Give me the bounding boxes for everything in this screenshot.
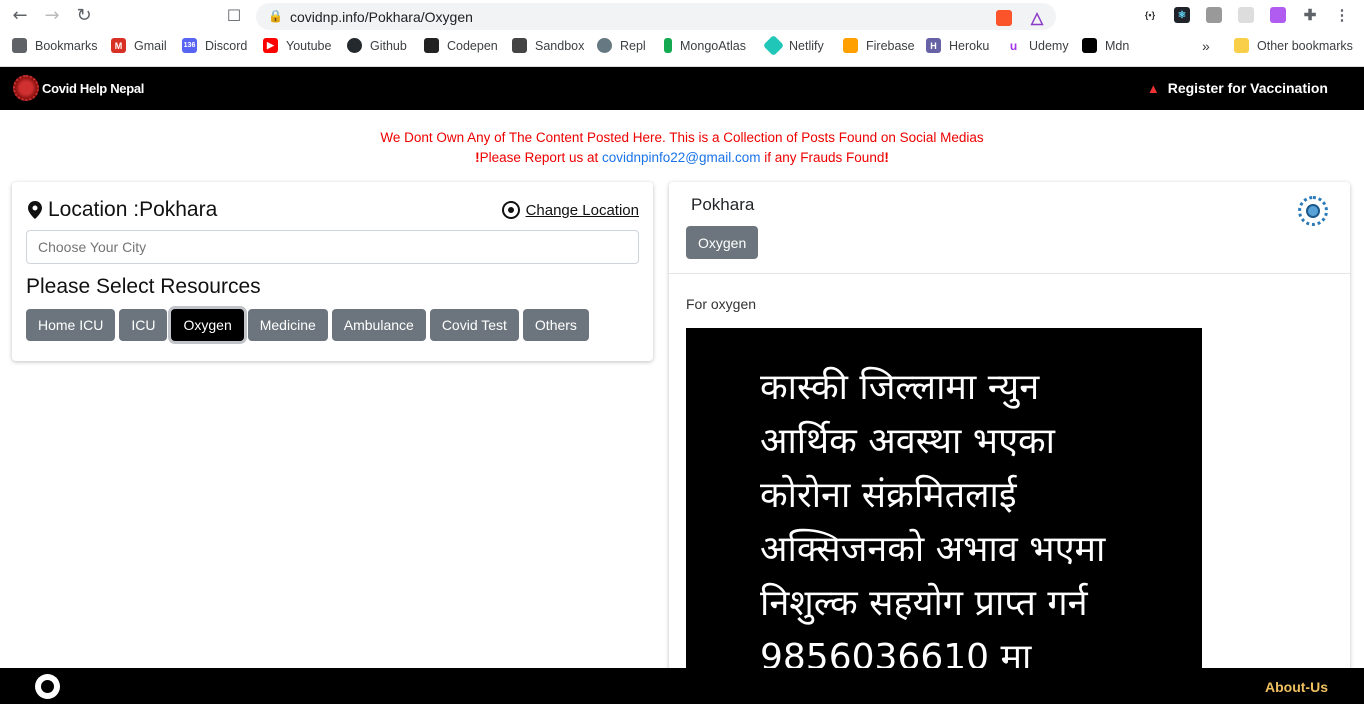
reload-icon[interactable]: ↻ (74, 6, 94, 26)
address-bar[interactable]: 🔒 covidnp.info/Pokhara/Oxygen △ (256, 3, 1056, 30)
netlify-icon (762, 34, 785, 57)
sandbox-icon (512, 38, 527, 53)
extension-icon[interactable] (1206, 7, 1222, 23)
react-devtools-icon[interactable]: ⚛ (1174, 7, 1190, 23)
bookmark-gmail[interactable]: M Gmail (111, 38, 167, 53)
puzzle-icon[interactable]: ✚ (1302, 7, 1318, 24)
post-text: For oxygen (686, 296, 757, 312)
post-card: Pokhara Oxygen For oxygen कास्की जिल्लाम… (669, 182, 1350, 682)
resources-title: Please Select Resources (26, 275, 261, 298)
bookmarks-icon (12, 38, 27, 53)
post-header: Pokhara Oxygen (669, 182, 1350, 274)
location-card: Location :Pokhara Change Location Please… (12, 182, 653, 361)
disclaimer-line: We Dont Own Any of The Content Posted He… (380, 130, 984, 145)
bookmark-firebase[interactable]: Firebase (843, 38, 915, 53)
resource-ambulance-button[interactable]: Ambulance (331, 309, 426, 341)
about-us-link[interactable]: About-Us (1265, 679, 1328, 695)
resource-buttons: Home ICU ICU Oxygen Medicine Ambulance C… (26, 309, 589, 341)
forward-icon[interactable]: → (42, 6, 62, 26)
location-title: Location :Pokhara (28, 198, 217, 222)
disclaimer-notice: We Dont Own Any of The Content Posted He… (0, 128, 1364, 168)
bookmark-mdn[interactable]: Mdn (1082, 38, 1129, 53)
json-extension-icon[interactable]: {•} (1142, 7, 1158, 23)
resource-icu-button[interactable]: ICU (119, 309, 168, 341)
extension-icon[interactable] (1238, 7, 1254, 23)
resource-oxygen-button[interactable]: Oxygen (171, 309, 244, 341)
lock-icon: 🔒 (268, 9, 283, 23)
bookmark-youtube[interactable]: ▶ Youtube (263, 38, 331, 53)
post-location: Pokhara (691, 195, 755, 214)
bookmarks-bar: Bookmarks M Gmail 136 Discord ▶ Youtube Git… (0, 34, 1364, 61)
virus-icon (1298, 196, 1328, 226)
extension-icon[interactable] (1270, 7, 1286, 23)
resource-others-button[interactable]: Others (522, 309, 589, 341)
folder-icon (1234, 38, 1249, 53)
bookmarks-overflow[interactable]: » (1202, 38, 1210, 54)
bookmark-discord[interactable]: 136 Discord (182, 38, 247, 53)
change-location-link[interactable]: Change Location (501, 201, 639, 219)
resource-medicine-button[interactable]: Medicine (247, 309, 328, 341)
gps-icon (501, 201, 520, 219)
url-text: covidnp.info/Pokhara/Oxygen (290, 9, 473, 25)
bookmark-repl[interactable]: Repl (597, 38, 646, 53)
browser-toolbar: ← → ↻ ☐ 🔒 covidnp.info/Pokhara/Oxygen △ … (0, 0, 1364, 32)
image-text-line: कास्की जिल्लामा न्युन (760, 367, 1040, 408)
image-text-line: कोरोना संक्रमितलाई (760, 475, 1017, 516)
mongodb-icon (664, 38, 672, 53)
heroku-icon: H (926, 38, 941, 53)
mdn-icon (1082, 38, 1097, 53)
codepen-icon (424, 38, 439, 53)
brand-logo[interactable]: Covid Help Nepal (13, 75, 144, 101)
city-search-input[interactable] (26, 230, 639, 264)
site-header: Covid Help Nepal ▲ Register for Vaccinat… (0, 67, 1364, 110)
bookmark-page-icon[interactable]: ☐ (224, 6, 244, 26)
post-image: कास्की जिल्लामा न्युन आर्थिक अवस्था भएका… (686, 328, 1202, 682)
menu-dots-icon[interactable]: ⋮ (1334, 7, 1350, 24)
resource-home-icu-button[interactable]: Home ICU (26, 309, 116, 341)
bookmark-netlify[interactable]: Netlify (762, 34, 824, 57)
post-tag-button[interactable]: Oxygen (686, 226, 759, 259)
resource-covid-test-button[interactable]: Covid Test (429, 309, 519, 341)
brave-rewards-icon[interactable]: △ (1029, 10, 1045, 27)
bookmark-codepen[interactable]: Codepen (424, 38, 498, 53)
virus-logo-icon (13, 75, 39, 101)
image-text-line: निशुल्क सहयोग प्राप्त गर्न (760, 583, 1088, 624)
discord-icon: 136 (182, 38, 197, 53)
udemy-icon: u (1009, 38, 1018, 53)
exclamation-icon: ! (884, 150, 889, 165)
report-line: !Please Report us at covidnpinfo22@gmail… (475, 150, 889, 165)
register-vaccination-link[interactable]: ▲ Register for Vaccination (1147, 80, 1328, 96)
bookmark-bookmarks[interactable]: Bookmarks (12, 38, 98, 53)
gmail-icon: M (111, 38, 126, 53)
firebase-icon (843, 38, 858, 53)
bookmark-heroku[interactable]: H Heroku (926, 38, 989, 53)
register-label: Register for Vaccination (1167, 80, 1328, 96)
report-email-link[interactable]: covidnpinfo22@gmail.com (602, 150, 761, 165)
youtube-icon: ▶ (263, 38, 278, 53)
bookmark-github[interactable]: Github (347, 38, 407, 53)
brand-name: Covid Help Nepal (42, 80, 145, 96)
siren-icon: ▲ (1146, 80, 1160, 96)
browser-chrome: ← → ↻ ☐ 🔒 covidnp.info/Pokhara/Oxygen △ … (0, 0, 1364, 67)
site-footer: About-Us (0, 668, 1364, 704)
map-pin-icon (28, 201, 42, 219)
image-text-line: आर्थिक अवस्था भएका (760, 421, 1055, 462)
other-bookmarks[interactable]: Other bookmarks (1234, 38, 1353, 53)
bookmark-udemy[interactable]: u Udemy (1006, 38, 1069, 53)
bookmark-mongoatlas[interactable]: MongoAtlas (664, 38, 746, 53)
image-text-line: अक्सिजनको अभाव भएमा (760, 529, 1106, 570)
brave-shield-icon[interactable] (996, 10, 1012, 26)
github-icon (347, 38, 362, 53)
back-icon[interactable]: ← (10, 6, 30, 26)
repl-icon (597, 38, 612, 53)
bookmark-sandbox[interactable]: Sandbox (512, 38, 584, 53)
github-icon[interactable] (35, 674, 60, 699)
